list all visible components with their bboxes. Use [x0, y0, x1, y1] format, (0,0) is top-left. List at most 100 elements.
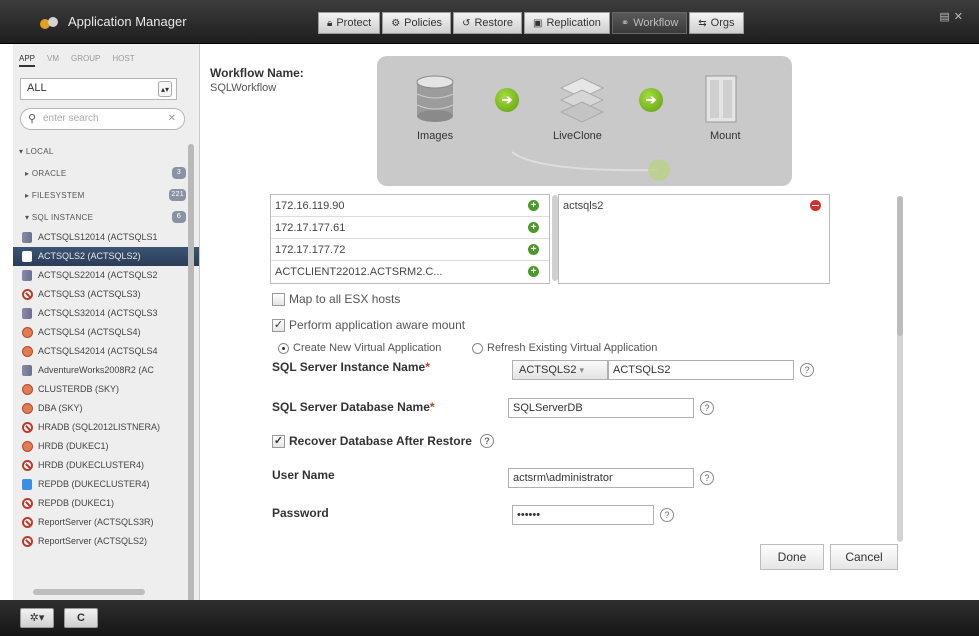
- add-icon[interactable]: +: [528, 244, 539, 255]
- list-item[interactable]: REPDB (DUKECLUSTER4): [13, 475, 199, 494]
- create-new-radio[interactable]: Create New Virtual Application: [278, 342, 441, 354]
- bottom-bar: ✲▾ C: [0, 600, 979, 636]
- password-input[interactable]: ••••••: [512, 505, 654, 525]
- host-row[interactable]: 172.16.119.90 +: [271, 195, 549, 217]
- database-icon: [22, 365, 32, 376]
- tree-node-oracle[interactable]: ▸ ORACLE 3: [13, 162, 199, 184]
- refresh-existing-radio[interactable]: Refresh Existing Virtual Application: [472, 342, 657, 354]
- list-item[interactable]: ACTSQLS4 (ACTSQLS4): [13, 323, 199, 342]
- scroll-thumb[interactable]: [897, 196, 903, 336]
- tab-workflow[interactable]: ⚭ Workflow: [611, 12, 688, 34]
- list-item[interactable]: ReportServer (ACTSQLS2): [13, 532, 199, 551]
- workflow-name-label: Workflow Name:: [210, 66, 304, 80]
- radio-selected[interactable]: [278, 342, 289, 354]
- tab-orgs[interactable]: ⇆ Orgs: [689, 12, 744, 34]
- user-name-input[interactable]: actsrm\administrator: [508, 468, 694, 488]
- remove-icon[interactable]: [810, 200, 821, 211]
- list-item[interactable]: ACTSQLS32014 (ACTSQLS3: [13, 304, 199, 323]
- list-item[interactable]: ACTSQLS42014 (ACTSQLS4: [13, 342, 199, 361]
- list-item[interactable]: ACTSQLS12014 (ACTSQLS1: [13, 228, 199, 247]
- scroll-thumb[interactable]: [188, 144, 194, 600]
- main-scrollbar[interactable]: [897, 196, 903, 542]
- list-item[interactable]: AdventureWorks2008R2 (AC: [13, 361, 199, 380]
- selected-host-row[interactable]: actsqls2: [559, 195, 829, 217]
- list-item[interactable]: HRADB (SQL2012LISTNERA): [13, 418, 199, 437]
- database-name-input[interactable]: SQLServerDB: [508, 398, 694, 418]
- sidebar-hscrollbar[interactable]: [33, 589, 145, 595]
- tree-node-local[interactable]: ▾ LOCAL: [13, 140, 199, 162]
- tab-restore[interactable]: ↺ Restore: [453, 12, 522, 34]
- list-item[interactable]: ACTSQLS22014 (ACTSQLS2: [13, 266, 199, 285]
- search-placeholder: enter search: [43, 113, 99, 124]
- checkbox-checked[interactable]: ✓: [272, 318, 285, 332]
- checkbox[interactable]: [272, 292, 285, 306]
- add-icon[interactable]: +: [528, 222, 539, 233]
- orgs-icon: ⇆: [698, 17, 707, 29]
- help-icon[interactable]: ?: [700, 471, 714, 485]
- list-item[interactable]: CLUSTERDB (SKY): [13, 380, 199, 399]
- settings-menu-button[interactable]: ✲▾: [20, 608, 54, 628]
- filter-value: ALL: [27, 82, 47, 94]
- help-icon[interactable]: ?: [660, 508, 674, 522]
- warning-status-icon: [22, 384, 33, 395]
- cancel-button[interactable]: Cancel: [830, 544, 898, 570]
- filter-dropdown[interactable]: ALL ▴▾: [20, 78, 177, 100]
- add-icon[interactable]: +: [528, 200, 539, 211]
- list-item[interactable]: ReportServer (ACTSQLS3R): [13, 513, 199, 532]
- warning-status-icon: [22, 441, 33, 452]
- arrow-right-icon: ➔: [495, 88, 519, 112]
- count-badge: 3: [172, 167, 186, 179]
- host-row[interactable]: 172.17.177.72 +: [271, 239, 549, 261]
- workflow-icon: ⚭: [620, 17, 630, 29]
- host-row[interactable]: ACTCLIENT22012.ACTSRM2.C... +: [271, 261, 549, 283]
- minimize-icon[interactable]: ▤: [939, 11, 953, 23]
- tab-policies[interactable]: ⚙ Policies: [382, 12, 452, 34]
- list-item[interactable]: ACTSQLS3 (ACTSQLS3): [13, 285, 199, 304]
- list-item[interactable]: HRDB (DUKECLUSTER4): [13, 456, 199, 475]
- help-icon[interactable]: ?: [800, 363, 814, 377]
- list-item[interactable]: REPDB (DUKEC1): [13, 494, 199, 513]
- host-row[interactable]: 172.17.177.61 +: [271, 217, 549, 239]
- diagram-liveclone-label: LiveClone: [553, 130, 602, 142]
- stepper-arrows-icon: ▴▾: [158, 81, 172, 97]
- search-icon: ⚲: [28, 113, 37, 125]
- done-button[interactable]: Done: [760, 544, 824, 570]
- clear-search-icon[interactable]: ✕: [168, 113, 176, 124]
- map-all-esx-checkbox[interactable]: Map to all ESX hosts: [272, 292, 400, 306]
- list-item-selected[interactable]: ACTSQLS2 (ACTSQLS2): [13, 247, 199, 266]
- sidebar-scrollbar[interactable]: [188, 144, 194, 600]
- instance-name-label: SQL Server Instance Name*: [272, 360, 430, 374]
- warning-status-icon: [22, 327, 33, 338]
- instance-name-input[interactable]: ACTSQLS2: [608, 360, 794, 380]
- help-icon[interactable]: ?: [700, 401, 714, 415]
- sidebar-tab-vm[interactable]: VM: [47, 54, 59, 67]
- unprotected-icon: [22, 460, 33, 471]
- database-name-label: SQL Server Database Name*: [272, 400, 435, 414]
- tab-protect[interactable]: 🔒︎ Protect: [318, 12, 381, 34]
- sidebar-tab-app[interactable]: APP: [19, 54, 36, 67]
- tree-node-filesystem[interactable]: ▸ FILESYSTEM 221: [13, 184, 199, 206]
- recover-db-checkbox[interactable]: ✓ Recover Database After Restore ?: [272, 434, 494, 448]
- title-bar: Application Manager 🔒︎ Protect ⚙ Policies …: [0, 0, 979, 44]
- database-icon: [22, 308, 32, 319]
- tree-node-sql-instance[interactable]: ▾ SQL INSTANCE 6: [13, 206, 199, 228]
- app-tree: ▾ LOCAL ▸ ORACLE 3 ▸ FILESYSTEM 221 ▾ SQ…: [13, 140, 199, 551]
- arrow-right-icon: ➔: [639, 88, 663, 112]
- database-icon: [22, 251, 32, 262]
- app-aware-mount-checkbox[interactable]: ✓ Perform application aware mount: [272, 318, 465, 332]
- checkbox-checked[interactable]: ✓: [272, 434, 285, 448]
- add-icon[interactable]: +: [528, 266, 539, 277]
- list-item[interactable]: HRDB (DUKEC1): [13, 437, 199, 456]
- list-item[interactable]: DBA (SKY): [13, 399, 199, 418]
- help-icon[interactable]: ?: [479, 434, 494, 448]
- tab-replication[interactable]: ▣ Replication: [523, 12, 610, 34]
- unprotected-icon: [22, 422, 33, 433]
- radio[interactable]: [472, 342, 483, 354]
- sidebar-tab-group[interactable]: GROUP: [71, 54, 100, 67]
- sidebar-tab-host[interactable]: HOST: [112, 54, 134, 67]
- instance-select[interactable]: ACTSQLS2 ▾: [512, 360, 608, 380]
- selected-hosts-list: actsqls2: [558, 194, 830, 284]
- close-icon[interactable]: ✕: [954, 11, 967, 23]
- search-input[interactable]: ⚲ enter search ✕: [20, 108, 185, 130]
- refresh-button[interactable]: C: [64, 608, 98, 628]
